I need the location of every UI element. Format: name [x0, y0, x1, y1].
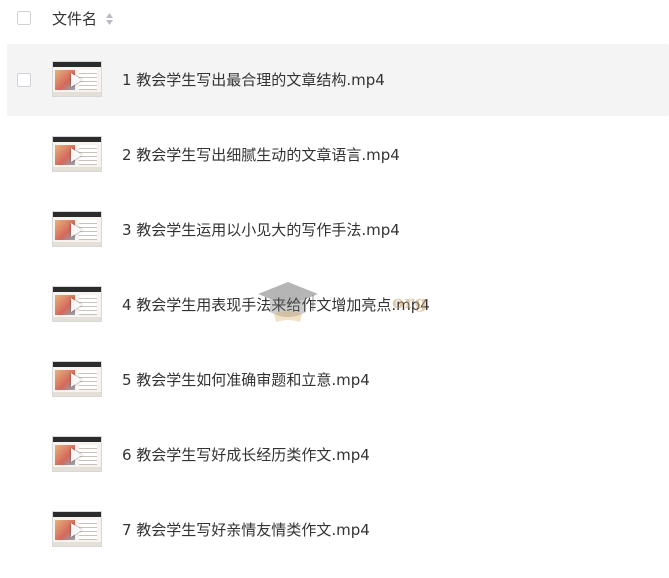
video-thumbnail	[52, 61, 102, 97]
video-thumbnail	[52, 136, 102, 172]
file-row[interactable]: 2 教会学生写出细腻生动的文章语言.mp4	[7, 119, 669, 191]
file-name[interactable]: 1 教会学生写出最合理的文章结构.mp4	[122, 70, 385, 90]
file-name[interactable]: 5 教会学生如何准确审题和立意.mp4	[122, 370, 370, 390]
video-thumbnail	[52, 436, 102, 472]
file-name[interactable]: 3 教会学生运用以小见大的写作手法.mp4	[122, 220, 400, 240]
file-name[interactable]: 4 教会学生用表现手法来给作文增加亮点.mp4	[122, 295, 430, 315]
play-icon	[71, 523, 82, 537]
sort-icon[interactable]	[105, 12, 114, 26]
video-thumbnail	[52, 211, 102, 247]
file-row[interactable]: 1 教会学生写出最合理的文章结构.mp4	[7, 44, 669, 116]
file-row[interactable]: 6 教会学生写好成长经历类作文.mp4	[7, 419, 669, 491]
play-icon	[71, 448, 82, 462]
video-thumbnail	[52, 286, 102, 322]
file-row[interactable]: 7 教会学生写好亲情友情类作文.mp4	[7, 494, 669, 566]
row-checkbox[interactable]	[17, 73, 31, 87]
play-icon	[71, 223, 82, 237]
play-icon	[71, 148, 82, 162]
file-row[interactable]: 5 教会学生如何准确审题和立意.mp4	[7, 344, 669, 416]
file-list-header: 文件名	[0, 0, 669, 38]
file-row[interactable]: 3 教会学生运用以小见大的写作手法.mp4	[7, 194, 669, 266]
file-name[interactable]: 6 教会学生写好成长经历类作文.mp4	[122, 445, 370, 465]
video-thumbnail	[52, 361, 102, 397]
file-name[interactable]: 7 教会学生写好亲情友情类作文.mp4	[122, 520, 370, 540]
play-icon	[71, 373, 82, 387]
file-name[interactable]: 2 教会学生写出细腻生动的文章语言.mp4	[122, 145, 400, 165]
select-all-checkbox[interactable]	[17, 11, 31, 25]
play-icon	[71, 73, 82, 87]
play-icon	[71, 298, 82, 312]
video-thumbnail	[52, 511, 102, 547]
file-row[interactable]: 4 教会学生用表现手法来给作文增加亮点.mp4	[7, 269, 669, 341]
filename-column-header[interactable]: 文件名	[52, 9, 97, 29]
